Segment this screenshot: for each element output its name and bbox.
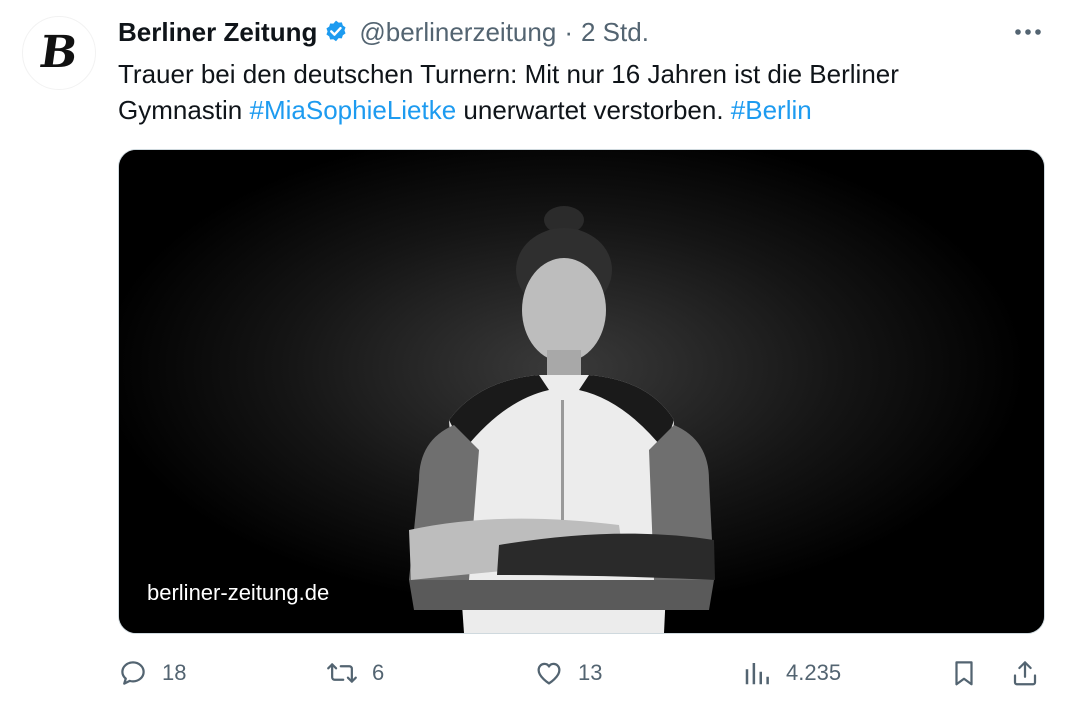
bookmark-button[interactable]: [949, 650, 979, 696]
share-icon: [1010, 658, 1040, 688]
views-chart-icon: [742, 658, 772, 688]
more-icon[interactable]: [1008, 16, 1048, 48]
author-handle[interactable]: @berlinerzeitung: [359, 17, 556, 48]
berliner-zeitung-logo: B: [36, 27, 82, 78]
link-card-image[interactable]: berliner-zeitung.de: [118, 149, 1045, 634]
tweet-text: Trauer bei den deutschen Turnern: Mit nu…: [118, 56, 1018, 128]
verified-badge-icon[interactable]: [323, 19, 349, 45]
separator-dot: ·: [564, 16, 573, 47]
reply-button[interactable]: 18: [118, 650, 186, 696]
like-count: 13: [578, 660, 603, 685]
link-domain-label[interactable]: berliner-zeitung.de: [147, 580, 329, 606]
gymnast-photo: [119, 150, 1044, 633]
views-button[interactable]: 4.235: [742, 650, 841, 696]
avatar[interactable]: B: [22, 16, 96, 90]
reply-icon: [118, 658, 148, 688]
tweet-text-part2: unerwartet verstorben.: [456, 95, 731, 125]
heart-icon: [534, 658, 564, 688]
share-button[interactable]: [1010, 650, 1040, 696]
hashtag-link[interactable]: #MiaSophieLietke: [250, 95, 457, 125]
timestamp[interactable]: 2 Std.: [581, 17, 649, 48]
views-count: 4.235: [786, 660, 842, 685]
like-button[interactable]: 13: [534, 650, 602, 696]
tweet-card[interactable]: B Berliner Zeitung @berlinerzeitung · 2 …: [0, 0, 1072, 710]
retweet-button[interactable]: 6: [326, 650, 384, 696]
action-bar: 18 6 13 4.235: [0, 650, 1072, 696]
hashtag-link[interactable]: #Berlin: [731, 95, 812, 125]
author-name[interactable]: Berliner Zeitung: [118, 17, 317, 48]
retweet-count: 6: [372, 660, 385, 685]
tweet-header: Berliner Zeitung @berlinerzeitung · 2 St…: [118, 14, 649, 50]
retweet-icon: [326, 658, 358, 688]
reply-count: 18: [162, 660, 187, 685]
bookmark-icon: [949, 658, 979, 688]
